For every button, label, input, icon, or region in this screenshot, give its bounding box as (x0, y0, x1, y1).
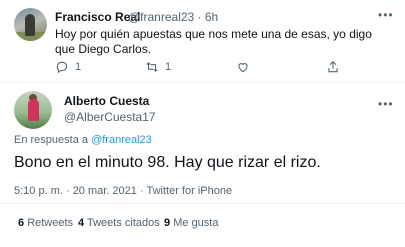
tweet-text: Bono en el minuto 98. Hay que rizar el r… (14, 154, 321, 171)
retweets-stat[interactable]: 6 Retweets (18, 217, 73, 229)
author-handle-time[interactable]: @franreal23 · 6h (128, 10, 218, 24)
likes-label: Me gusta (173, 217, 219, 229)
quotes-label: Tweets citados (86, 217, 160, 229)
reply-icon (56, 61, 68, 74)
author-name[interactable]: Alberto Cuesta (64, 94, 149, 108)
avatar-figure (28, 99, 39, 121)
avatar[interactable] (14, 91, 52, 129)
quotes-stat[interactable]: 4 Tweets citados (78, 217, 160, 229)
share-icon (328, 61, 338, 73)
reply-count: 1 (75, 61, 82, 73)
avatar-figure (25, 14, 35, 36)
tweet-text: Hoy por quién apuestas que nos mete una … (55, 27, 372, 56)
replying-mention-link[interactable]: @franreal23 (91, 134, 152, 146)
main-tweet: Alberto Cuesta @AlberCuesta17 ••• En res… (0, 82, 405, 247)
retweet-icon (146, 62, 158, 72)
reply-button[interactable]: 1 (55, 60, 81, 74)
more-icon[interactable]: ••• (378, 8, 394, 22)
share-button[interactable] (326, 60, 340, 74)
retweet-count: 1 (165, 61, 172, 73)
author-handle[interactable]: @AlberCuesta17 (64, 110, 156, 124)
avatar[interactable] (14, 8, 47, 41)
more-icon[interactable]: ••• (378, 97, 394, 111)
quotes-count: 4 (78, 217, 85, 229)
replying-to: En respuesta a @franreal23 (14, 134, 152, 146)
likes-stat[interactable]: 9 Me gusta (164, 217, 218, 229)
like-button[interactable] (236, 60, 250, 74)
retweets-label: Retweets (27, 217, 74, 229)
replying-prefix: En respuesta a (14, 134, 88, 146)
tweet-stats: 6 Retweets 4 Tweets citados 9 Me gusta (0, 203, 405, 244)
like-icon (238, 63, 248, 73)
retweet-button[interactable]: 1 (145, 60, 171, 74)
likes-count: 9 (164, 217, 171, 229)
tweet-actions: 1 1 (0, 60, 405, 76)
tweet-meta[interactable]: 5:10 p. m. · 20 mar. 2021 · Twitter for … (14, 185, 232, 197)
reply-tweet[interactable]: Francisco Real @franreal23 · 6h ••• Hoy … (0, 0, 405, 80)
retweets-count: 6 (18, 217, 25, 229)
